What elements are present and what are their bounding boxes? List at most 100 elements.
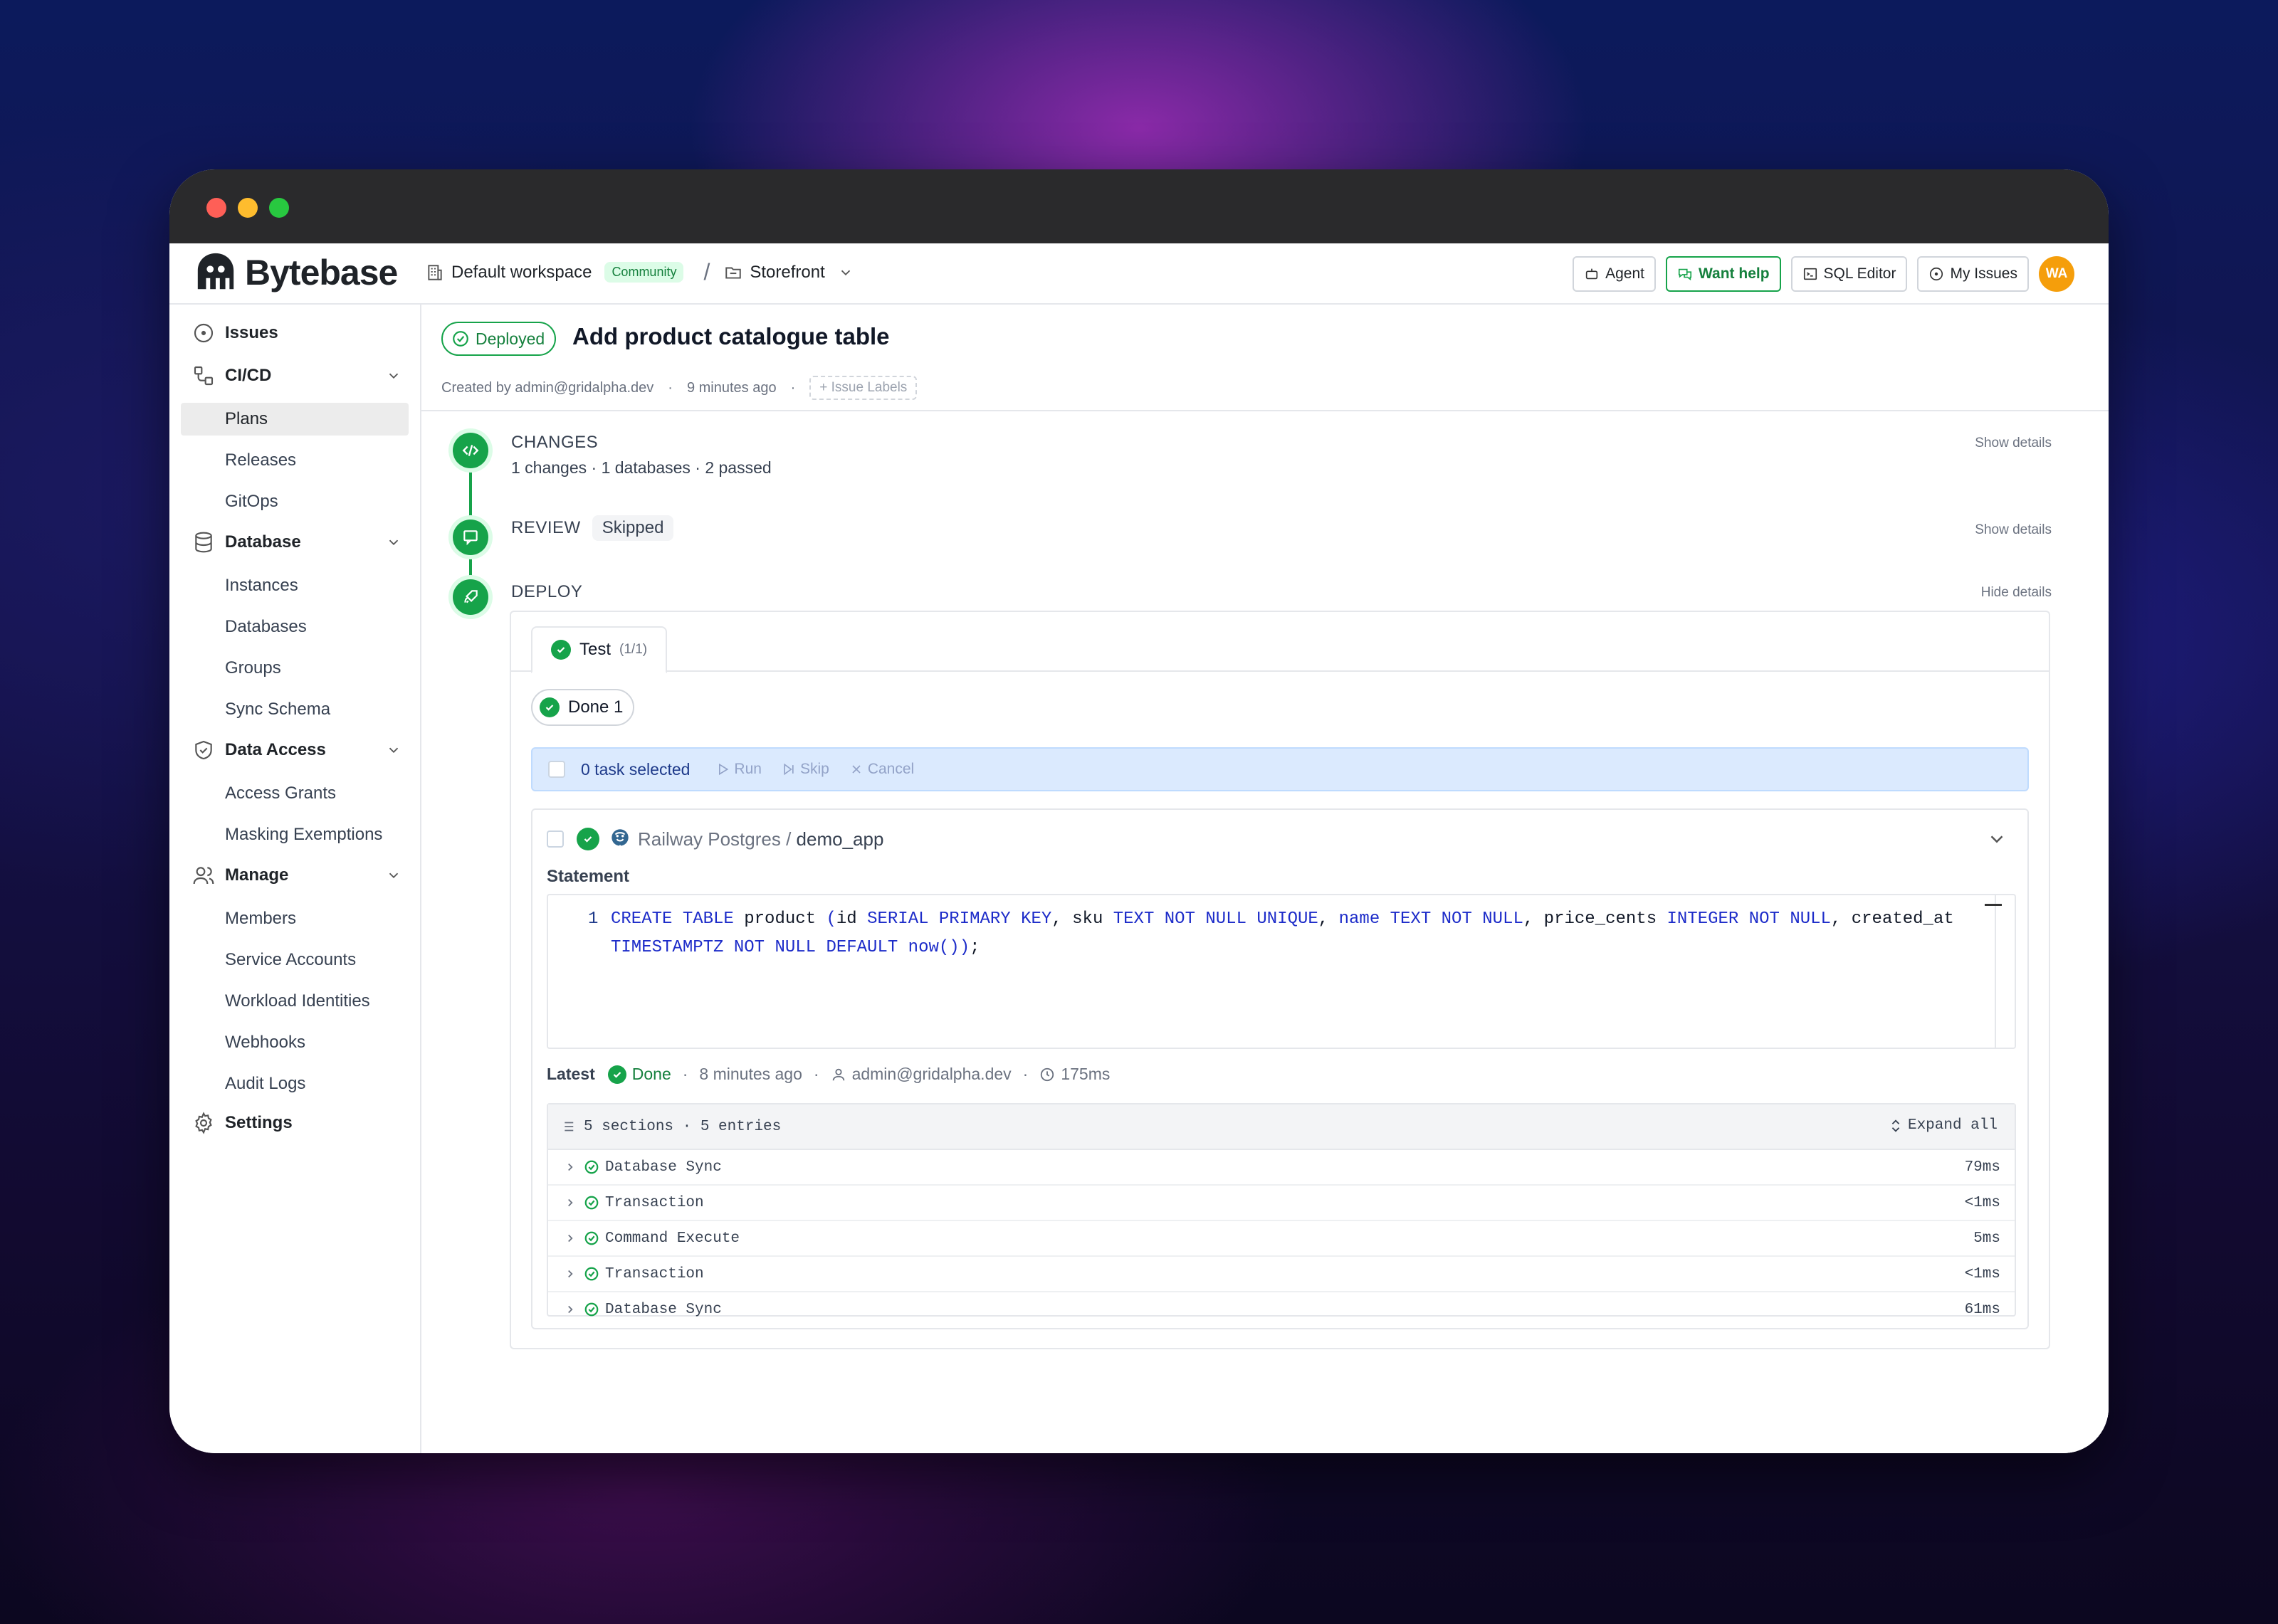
clock-icon [1041,1067,1054,1081]
sidebar-item-settings[interactable]: Settings [192,1112,293,1134]
sidebar-item-plans[interactable]: Plans [181,403,409,436]
chevron-right-icon[interactable] [564,1232,577,1245]
log-section-name: Transaction [605,1265,704,1282]
sql-editor[interactable]: 1 CREATE TABLE product (id SERIAL PRIMAR… [547,894,2016,1049]
close-window-button[interactable] [206,198,226,218]
task-card: Railway Postgres / demo_app Statement 1 … [531,808,2029,1329]
sidebar-item-access-grants[interactable]: Access Grants [181,777,409,810]
bytebase-logo-icon [197,253,234,290]
issue-labels-button[interactable]: + Issue Labels [809,376,918,400]
done-filter-chip[interactable]: Done 1 [531,689,635,726]
top-bar: Bytebase Default workspace Community / S… [169,243,2109,305]
sql-editor-button[interactable]: SQL Editor [1790,256,1908,292]
log-row[interactable]: Database Sync 79ms [548,1150,2015,1186]
issue-steps: CHANGES 1 changes · 1 databases · 2 pass… [421,411,2109,1453]
sidebar-item-audit-logs[interactable]: Audit Logs [181,1067,409,1100]
task-header[interactable]: Railway Postgres / demo_app [547,827,883,851]
editor-scroll-thumb[interactable] [1985,904,2002,906]
window-titlebar [169,169,2109,243]
changes-show-details-link[interactable]: Show details [1975,436,2052,451]
sidebar-item-releases[interactable]: Releases [181,444,409,477]
log-row[interactable]: Transaction <1ms [548,1186,2015,1221]
task-checkbox[interactable] [547,831,564,848]
sidebar-item-gitops[interactable]: GitOps [181,485,409,518]
meta-separator: · [682,1065,688,1083]
sql-statement[interactable]: CREATE TABLE product (id SERIAL PRIMARY … [611,905,1970,962]
run-duration-value: 175ms [1061,1065,1111,1083]
sidebar-item-label: Manage [225,865,289,885]
editor-scrollbar[interactable] [1995,895,2015,1048]
sidebar-item-databases[interactable]: Databases [181,611,409,643]
rocket-icon [453,579,488,615]
sidebar-item-groups[interactable]: Groups [181,652,409,685]
review-show-details-link[interactable]: Show details [1975,522,2052,538]
header-actions: Agent Want help SQL Editor My Issues WA [1563,256,2074,292]
sidebar-item-webhooks[interactable]: Webhooks [181,1026,409,1059]
sidebar-item-instances[interactable]: Instances [181,569,409,602]
want-help-button[interactable]: Want help [1665,256,1781,292]
sidebar-item-masking-exemptions[interactable]: Masking Exemptions [181,818,409,851]
agent-button[interactable]: Agent [1573,256,1656,292]
deploy-hide-details-link[interactable]: Hide details [1981,585,2052,601]
sidebar-item-members[interactable]: Members [181,902,409,935]
log-section-name: Database Sync [605,1159,722,1176]
chevron-down-icon[interactable] [386,534,401,550]
sidebar-item-label: Settings [225,1113,293,1132]
sql-token: TEXT NOT NULL [1390,909,1523,929]
robot-icon [1585,268,1598,280]
chevron-down-icon[interactable] [386,868,401,883]
log-section-duration: 5ms [1973,1230,2000,1247]
sidebar-item-workload-identities[interactable]: Workload Identities [181,985,409,1018]
skip-button[interactable]: Skip [782,761,829,778]
bytebase-logo[interactable]: Bytebase [194,251,398,295]
chevron-right-icon[interactable] [564,1161,577,1174]
log-row[interactable]: Command Execute 5ms [548,1221,2015,1257]
issue-header: Deployed Add product catalogue table Cre… [421,305,2109,411]
check-circle-outline-icon [584,1302,599,1317]
chevrons-up-down-icon [1891,1119,1900,1132]
run-status-label: Done [631,1065,671,1083]
minimize-window-button[interactable] [238,198,258,218]
sql-token: , [1318,909,1339,929]
chevron-right-icon[interactable] [564,1196,577,1209]
tab-test-stage[interactable]: Test (1/1) [531,626,668,673]
deploy-step-title: DEPLOY [511,582,583,601]
sidebar-item-manage[interactable]: Manage [192,864,399,887]
chevron-down-icon[interactable] [386,368,401,384]
sql-token: ()) [938,938,970,957]
execution-log: 5 sections · 5 entries Expand all Databa… [547,1103,2016,1318]
sidebar-item-data-access[interactable]: Data Access [192,739,399,761]
chevron-down-icon[interactable] [838,265,854,280]
changes-summary: 1 changes · 1 databases · 2 passed [511,458,772,477]
chevron-right-icon[interactable] [564,1267,577,1280]
chevron-right-icon[interactable] [564,1303,577,1316]
log-row[interactable]: Database Sync 61ms [548,1292,2015,1327]
postgres-icon [612,829,629,849]
run-button[interactable]: Run [715,761,762,778]
my-issues-button[interactable]: My Issues [1917,256,2029,292]
review-title-text: REVIEW [511,518,581,537]
sidebar-item-sync-schema[interactable]: Sync Schema [181,693,409,726]
cancel-button[interactable]: Cancel [849,761,914,778]
run-user-email: admin@gridalpha.dev [851,1065,1012,1083]
project-name[interactable]: Storefront [750,263,824,283]
chevron-down-icon[interactable] [1986,828,2007,850]
user-avatar[interactable]: WA [2039,256,2074,292]
chevron-down-icon[interactable] [386,742,401,758]
workspace-switcher[interactable]: Default workspace Community / Storefront [426,259,861,285]
log-row[interactable]: Transaction <1ms [548,1257,2015,1292]
sidebar-item-service-accounts[interactable]: Service Accounts [181,944,409,976]
deploy-panel: Test (1/1) Done 1 0 task selected Run Sk… [510,611,2050,1349]
meta-separator: · [813,1065,819,1083]
sidebar-item-issues[interactable]: Issues [192,322,278,344]
chat-icon [1678,268,1692,280]
zoom-window-button[interactable] [269,198,289,218]
sidebar-item-database[interactable]: Database [192,531,399,554]
sidebar-item-cicd[interactable]: CI/CD [192,364,399,387]
select-all-checkbox[interactable] [548,761,565,778]
issue-meta: Created by admin@gridalpha.dev · 9 minut… [441,376,918,400]
sql-token: TEXT NOT NULL UNIQUE [1113,909,1318,929]
sql-token: TIMESTAMPTZ NOT NULL DEFAULT [611,938,898,957]
expand-all-button[interactable]: Expand all [1877,1117,1998,1134]
